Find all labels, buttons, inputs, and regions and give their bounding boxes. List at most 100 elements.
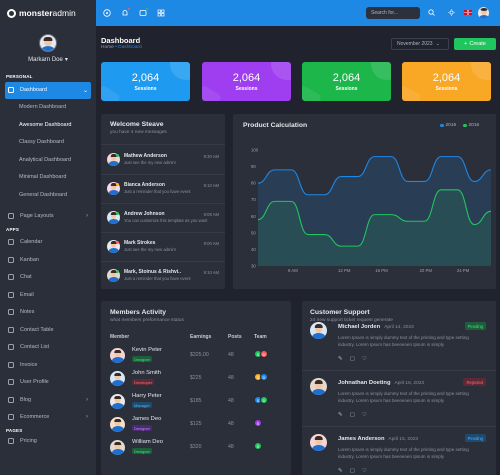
support-ticket[interactable]: James Anderson April 15, 2023 Pending Lorem… — [302, 434, 492, 475]
profile-avatar[interactable] — [39, 34, 57, 52]
sidebar-item-user-profile[interactable]: User Profile — [0, 373, 96, 391]
chevron-right-icon: › — [86, 414, 88, 421]
search-input[interactable]: Search for... — [366, 7, 420, 19]
cart-icon — [8, 414, 14, 421]
sidebar-item-label: Page Layouts — [20, 213, 54, 220]
sidebar-item-pricing[interactable]: Pricing — [0, 433, 96, 450]
table-row[interactable]: James Deo Designer $125 48 S — [101, 413, 291, 436]
sidebar-item-blog[interactable]: Blog › — [0, 391, 96, 409]
stat-card[interactable]: 2,064 Sessions — [202, 62, 291, 101]
x-tick-label: 8 AM — [288, 268, 298, 273]
brand-logo[interactable]: monsteradmin — [0, 0, 96, 26]
table-row[interactable]: Harry Peter Manager $185 48 S D — [101, 390, 291, 413]
team-member-badge: S — [254, 419, 262, 427]
delete-icon[interactable]: ▢ — [350, 356, 355, 362]
plus-icon: + — [464, 41, 468, 47]
x-tick-label: 24 PM — [457, 268, 470, 273]
sidebar-item-contact-list[interactable]: Contact List — [0, 338, 96, 356]
submenu-item[interactable]: General Dashboard — [0, 186, 96, 204]
table-row[interactable]: William Deo Designer $320 48 S — [101, 436, 291, 459]
sidebar-item-calendar[interactable]: Calendar — [0, 233, 96, 251]
sidebar-item-page-layouts[interactable]: Page Layouts › — [0, 208, 96, 225]
bell-icon[interactable] — [120, 7, 130, 18]
avatar — [310, 434, 327, 451]
member-posts: 48 — [228, 421, 234, 427]
profile-name-toggle[interactable]: Markarn Doe ▾ — [28, 56, 68, 64]
product-calculation-card: Product Calculation 2016 2016 30 40 50 60 70… — [233, 114, 496, 289]
avatar — [110, 348, 125, 363]
column-header-team: Team — [254, 334, 267, 340]
create-button[interactable]: + Create — [454, 38, 496, 50]
sidebar-item-label: Chat — [20, 274, 32, 281]
submenu-item[interactable]: Modern Dashboard — [0, 99, 96, 117]
support-ticket[interactable]: Johnathan Doeting April 16, 2023 Rejected L… — [302, 378, 492, 428]
team-member-badge: D — [260, 350, 268, 358]
sidebar-item-ecommerce[interactable]: Ecommerce › — [0, 408, 96, 426]
breadcrumb: Home • Dashboard — [101, 45, 142, 50]
like-icon[interactable]: ♡ — [362, 412, 367, 418]
ticket-actions: ✎ ▢ ♡ — [338, 412, 367, 418]
delete-icon[interactable]: ▢ — [350, 412, 355, 418]
stat-value: 2,064 — [432, 71, 461, 84]
menu-toggle-icon[interactable] — [102, 9, 111, 18]
language-flag-icon[interactable] — [462, 6, 473, 19]
team-member-badge: S — [254, 442, 262, 450]
table-row[interactable]: John Smith Developer $225 48 S D — [101, 367, 291, 390]
sidebar-item-label: Ecommerce — [20, 414, 50, 421]
support-ticket[interactable]: Michael Jorden April 14, 2023 Pending Lorem… — [302, 322, 492, 372]
sidebar-item-label: Invoice — [20, 361, 38, 368]
apps-grid-icon[interactable] — [156, 9, 165, 18]
sidebar-item-email[interactable]: Email — [0, 286, 96, 304]
sidebar-item-label: Calendar — [20, 239, 43, 246]
month-select[interactable]: November 2023 ⌄ — [391, 38, 449, 50]
like-icon[interactable]: ♡ — [362, 356, 367, 362]
like-icon[interactable]: ♡ — [362, 468, 367, 474]
message-item[interactable]: Andrew Johnson You can customize this tem… — [107, 205, 219, 229]
section-apps: APPS — [6, 227, 20, 233]
user-avatar[interactable] — [478, 6, 489, 19]
message-icon[interactable] — [138, 7, 148, 18]
stat-card[interactable]: 2,064 Sessions — [302, 62, 391, 101]
member-posts: 48 — [228, 444, 234, 450]
sidebar-item-chat[interactable]: Chat — [0, 268, 96, 286]
message-item[interactable]: Mark Strokes Just see the my new admin! 9:… — [107, 234, 219, 258]
sidebar-item-contact-table[interactable]: Contact Table — [0, 321, 96, 339]
submenu-item[interactable]: Classy Dashboard — [0, 134, 96, 152]
message-item[interactable]: Mark, Stoinus & Rishvi.. Just a reminder … — [107, 263, 219, 287]
notification-dot — [127, 7, 130, 10]
edit-icon[interactable]: ✎ — [338, 468, 343, 474]
logo-icon — [7, 8, 16, 18]
theme-toggle-icon[interactable] — [446, 6, 457, 19]
submenu-item[interactable]: Minimal Dashboard — [0, 169, 96, 187]
sidebar: monsteradmin Markarn Doe ▾ PERSONAL Dashb… — [0, 0, 96, 475]
edit-icon[interactable]: ✎ — [338, 412, 343, 418]
sidebar-item-kanban[interactable]: Kanban — [0, 251, 96, 269]
profile-name: Markarn Doe — [28, 56, 63, 63]
notes-icon — [8, 309, 14, 316]
ticket-actions: ✎ ▢ ♡ — [338, 468, 367, 474]
avatar — [110, 371, 125, 386]
edit-icon[interactable]: ✎ — [338, 356, 343, 362]
search-icon[interactable] — [426, 6, 437, 19]
member-name: Kevin Peter — [132, 347, 162, 353]
search-placeholder: Search for... — [371, 10, 398, 16]
kanban-icon — [8, 256, 14, 263]
member-earnings: $225 — [190, 375, 202, 381]
sidebar-item-dashboard[interactable]: Dashboard ⌄ — [5, 82, 91, 99]
ticket-body: Lorem Ipsum is simply dummy text of the … — [338, 447, 469, 459]
table-row[interactable]: Kevin Peter Designer $325.00 48 S D — [101, 344, 291, 367]
sidebar-item-invoice[interactable]: Invoice — [0, 356, 96, 374]
member-posts: 48 — [228, 375, 234, 381]
delete-icon[interactable]: ▢ — [350, 468, 355, 474]
stat-card[interactable]: 2,064 Sessions — [402, 62, 491, 101]
message-time: 9:10 AM — [203, 183, 219, 188]
submenu-item[interactable]: Analytical Dashboard — [0, 151, 96, 169]
breadcrumb-home[interactable]: Home — [101, 45, 114, 50]
message-item[interactable]: Bianca Anderson Just a reminder that you … — [107, 176, 219, 200]
stat-card[interactable]: 2,064 Sessions — [101, 62, 190, 101]
message-item[interactable]: Mathew Anderson Just see the my new admin… — [107, 147, 219, 171]
sidebar-item-notes[interactable]: Notes — [0, 303, 96, 321]
status-dot — [116, 182, 119, 186]
role-badge: Manager — [132, 402, 152, 408]
submenu-item[interactable]: Awesome Dashboard — [0, 116, 96, 134]
